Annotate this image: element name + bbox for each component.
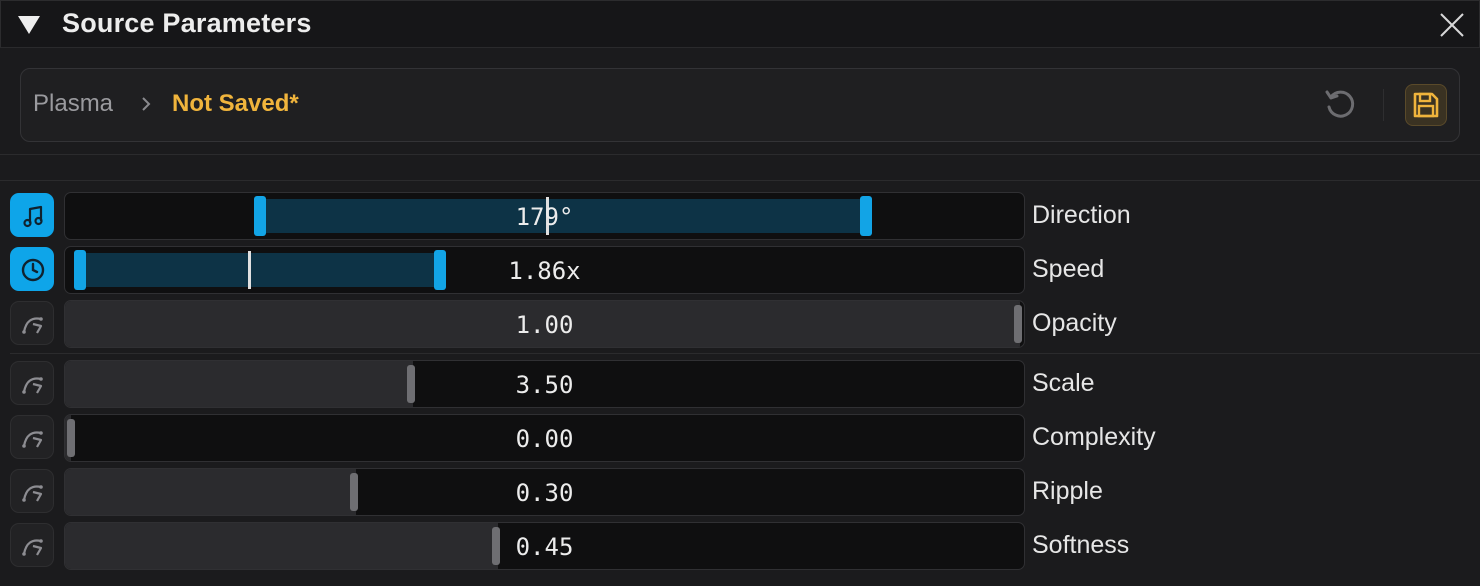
param-row-complexity: 0.00 Complexity [0,414,1480,462]
slider-handle[interactable] [1014,305,1022,343]
divider [1383,89,1384,121]
slider-track[interactable]: 3.50 [64,360,1025,408]
close-icon[interactable] [1437,10,1467,40]
preset-bar: Plasma Not Saved* [20,68,1460,142]
param-row-softness: 0.45 Softness [0,522,1480,570]
slider-handle[interactable] [492,527,501,565]
param-row-direction: 179° Direction [0,192,1480,240]
param-label: Speed [1032,255,1105,283]
range-start-handle[interactable] [74,250,87,290]
divider [0,154,1480,155]
param-label: Complexity [1032,423,1156,451]
divider [10,353,1480,354]
slider-handle[interactable] [406,365,415,403]
curve-icon [21,430,44,449]
slider-track[interactable]: 1.86x [64,246,1025,294]
save-button[interactable] [1405,84,1447,126]
param-value: 0.00 [515,425,574,453]
range-end-handle[interactable] [434,250,447,290]
range-start-handle[interactable] [254,196,267,236]
collapse-triangle-icon[interactable] [17,14,41,36]
clock-icon [21,258,45,282]
param-label: Scale [1032,369,1095,397]
curve-icon [21,538,44,557]
playhead-marker [545,197,549,235]
panel-header: Source Parameters [0,0,1480,48]
divider [0,180,1480,181]
slider-track[interactable]: 0.30 [64,468,1025,516]
slider-fill [65,469,356,515]
modulation-button[interactable] [10,415,54,459]
param-row-opacity: 1.00 Opacity [0,300,1480,348]
param-row-speed: 1.86x Speed [0,246,1480,294]
curve-icon [21,484,44,503]
breadcrumb-current: Not Saved* [172,90,299,117]
modulation-button[interactable] [10,523,54,567]
slider-track[interactable]: 0.00 [64,414,1025,462]
range-end-handle[interactable] [860,196,873,236]
modulation-range [80,253,441,287]
breadcrumb-root[interactable]: Plasma [33,90,113,118]
param-row-ripple: 0.30 Ripple [0,468,1480,516]
slider-handle[interactable] [67,419,75,457]
param-label: Ripple [1032,477,1103,505]
slider-fill [65,301,1020,347]
reset-icon[interactable] [1323,88,1357,122]
modulation-button[interactable] [10,193,54,237]
curve-icon [21,376,44,395]
modulation-range [260,199,867,233]
param-label: Softness [1032,531,1130,559]
chevron-right-icon [142,97,151,111]
slider-fill [65,361,413,407]
panel-title: Source Parameters [62,8,312,38]
modulation-button[interactable] [10,361,54,405]
modulation-button[interactable] [10,469,54,513]
modulation-button[interactable] [10,301,54,345]
slider-handle[interactable] [349,473,358,511]
playhead-marker [247,251,251,289]
modulation-button[interactable] [10,247,54,291]
param-label: Direction [1032,201,1131,229]
save-icon [1413,92,1439,118]
param-row-scale: 3.50 Scale [0,360,1480,408]
curve-icon [21,316,44,335]
slider-track[interactable]: 1.00 [64,300,1025,348]
slider-track[interactable]: 179° [64,192,1025,240]
slider-fill [65,523,499,569]
param-label: Opacity [1032,309,1117,337]
slider-track[interactable]: 0.45 [64,522,1025,570]
music-note-icon [23,205,43,228]
